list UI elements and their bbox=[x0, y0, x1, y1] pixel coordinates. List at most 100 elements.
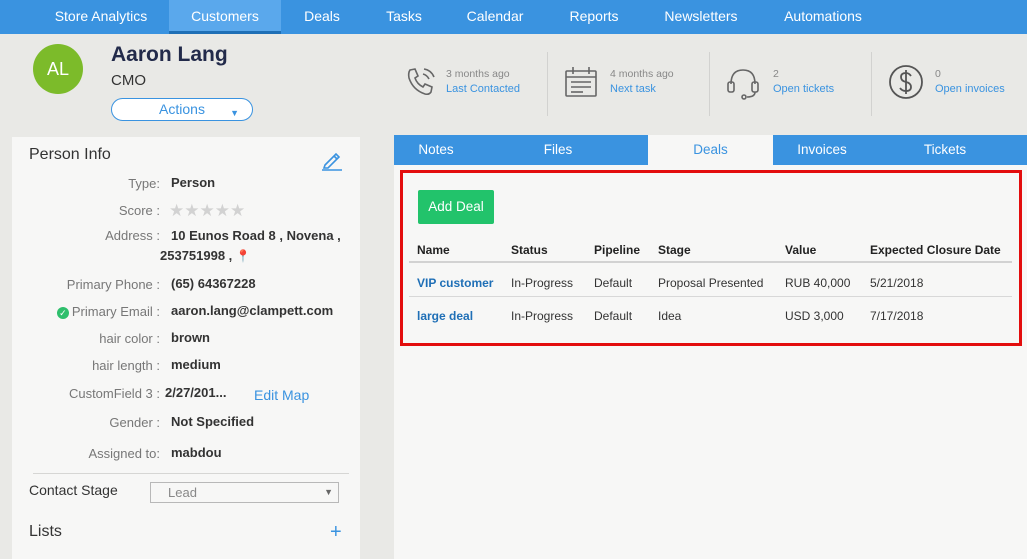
field-value: aaron.lang@clampett.com bbox=[171, 303, 334, 318]
add-list-button[interactable]: + bbox=[330, 521, 342, 544]
actions-label: Actions bbox=[159, 101, 205, 117]
nav-customers[interactable]: Customers bbox=[169, 0, 281, 34]
pencil-icon[interactable] bbox=[321, 149, 343, 171]
star-icon[interactable]: ★ bbox=[169, 201, 184, 220]
field-value: brown bbox=[171, 330, 210, 345]
contact-stage-select[interactable]: Lead ▼ bbox=[150, 482, 339, 503]
stat-value: 0 bbox=[935, 68, 941, 80]
column-header-pipeline[interactable]: Pipeline bbox=[594, 243, 640, 257]
tab-invoices[interactable]: Invoices bbox=[773, 135, 871, 165]
field-value: (65) 64367228 bbox=[171, 276, 256, 291]
field-label: Primary Email : bbox=[71, 304, 160, 319]
divider bbox=[871, 52, 872, 116]
deal-stage: Proposal Presented bbox=[658, 276, 764, 290]
nav-deals[interactable]: Deals bbox=[290, 0, 354, 34]
stat-open-tickets: 2 Open tickets bbox=[725, 56, 855, 116]
stat-value: 3 months ago bbox=[446, 68, 510, 80]
actions-button[interactable]: Actions ▼ bbox=[111, 98, 253, 121]
caret-down-icon: ▼ bbox=[230, 108, 239, 118]
open-invoices-link[interactable]: Open invoices bbox=[935, 83, 1005, 95]
tab-notes[interactable]: Notes bbox=[394, 135, 478, 165]
tab-tickets[interactable]: Tickets bbox=[871, 135, 1019, 165]
divider bbox=[33, 473, 349, 474]
deal-name-link[interactable]: large deal bbox=[417, 309, 473, 323]
field-value: 2/27/201... bbox=[165, 385, 227, 400]
verified-check-icon: ✓ bbox=[56, 307, 69, 319]
tab-files[interactable]: Files bbox=[478, 135, 638, 165]
deal-status: In-Progress bbox=[511, 276, 574, 290]
divider bbox=[547, 52, 548, 116]
headset-icon bbox=[725, 64, 761, 100]
deals-panel: Add Deal Name Status Pipeline Stage Valu… bbox=[394, 165, 1027, 559]
highlight-box: Add Deal Name Status Pipeline Stage Valu… bbox=[400, 170, 1022, 346]
next-task-link[interactable]: Next task bbox=[610, 83, 656, 95]
stat-last-contacted: 3 months ago Last Contacted bbox=[403, 56, 533, 116]
last-contacted-link[interactable]: Last Contacted bbox=[446, 83, 520, 95]
person-title: CMO bbox=[111, 72, 146, 89]
field-label-wrap: ✓ Primary Email : bbox=[24, 304, 160, 319]
field-label: Gender : bbox=[109, 415, 160, 430]
open-tickets-link[interactable]: Open tickets bbox=[773, 83, 834, 95]
deal-value: RUB 40,000 bbox=[785, 276, 851, 290]
score-stars[interactable]: ★★★★★ bbox=[169, 201, 245, 221]
detail-tabs: Notes Files Deals Invoices Tickets bbox=[394, 135, 1027, 165]
contact-stage-value: Lead bbox=[168, 485, 197, 500]
calendar-icon bbox=[563, 64, 599, 100]
stat-next-task: 4 months ago Next task bbox=[563, 56, 693, 116]
field-label: Assigned to: bbox=[88, 446, 160, 461]
field-value: Not Specified bbox=[171, 414, 255, 429]
column-header-value[interactable]: Value bbox=[785, 243, 816, 257]
field-value: medium bbox=[171, 357, 221, 372]
person-info-title: Person Info bbox=[29, 146, 111, 163]
phone-icon bbox=[403, 64, 439, 100]
address-line-2: 253751998 , 📍 bbox=[160, 248, 251, 263]
deal-closure-date: 7/17/2018 bbox=[870, 309, 924, 323]
nav-newsletters[interactable]: Newsletters bbox=[654, 0, 748, 34]
column-header-closure-date[interactable]: Expected Closure Date bbox=[870, 243, 1001, 257]
star-icon[interactable]: ★ bbox=[215, 201, 230, 220]
star-icon[interactable]: ★ bbox=[200, 201, 215, 220]
nav-automations[interactable]: Automations bbox=[776, 0, 870, 34]
person-info-panel: Person Info Type: Person Score : ★★★★★ A… bbox=[12, 137, 360, 559]
row-divider bbox=[409, 296, 1012, 297]
divider bbox=[709, 52, 710, 116]
field-label: hair length : bbox=[92, 358, 160, 373]
column-header-name[interactable]: Name bbox=[417, 243, 450, 257]
add-deal-button[interactable]: Add Deal bbox=[418, 190, 494, 224]
stat-open-invoices: 0 Open invoices bbox=[888, 56, 1023, 116]
nav-store-analytics[interactable]: Store Analytics bbox=[40, 0, 162, 34]
deal-pipeline: Default bbox=[594, 276, 633, 290]
deal-name-link[interactable]: VIP customer bbox=[417, 276, 493, 290]
nav-tasks[interactable]: Tasks bbox=[374, 0, 434, 34]
dollar-icon bbox=[888, 64, 924, 100]
table-header-divider bbox=[409, 261, 1012, 263]
person-name: Aaron Lang bbox=[111, 43, 228, 66]
nav-reports[interactable]: Reports bbox=[556, 0, 632, 34]
top-nav: Store Analytics Customers Deals Tasks Ca… bbox=[0, 0, 1027, 34]
field-value: Person bbox=[171, 175, 216, 190]
field-label: Score : bbox=[118, 203, 160, 218]
field-label: hair color : bbox=[99, 331, 160, 346]
column-header-status[interactable]: Status bbox=[511, 243, 548, 257]
star-icon[interactable]: ★ bbox=[230, 201, 245, 220]
address-line-1: 10 Eunos Road 8 , Novena , bbox=[171, 228, 341, 243]
contact-stage-label: Contact Stage bbox=[29, 482, 118, 498]
field-value: mabdou bbox=[171, 445, 222, 460]
deal-value: USD 3,000 bbox=[785, 309, 844, 323]
stat-value: 2 bbox=[773, 68, 779, 80]
tab-deals[interactable]: Deals bbox=[648, 135, 773, 165]
map-pin-icon[interactable]: 📍 bbox=[236, 249, 251, 263]
address-postcode: 253751998 , bbox=[160, 248, 233, 263]
field-label: CustomField 3 : bbox=[68, 386, 160, 401]
lists-label: Lists bbox=[29, 523, 62, 540]
edit-map-link[interactable]: Edit Map bbox=[254, 387, 309, 403]
star-icon[interactable]: ★ bbox=[184, 201, 199, 220]
chevron-down-icon: ▼ bbox=[324, 487, 333, 497]
field-label: Address : bbox=[105, 228, 160, 243]
column-header-stage[interactable]: Stage bbox=[658, 243, 691, 257]
deal-stage: Idea bbox=[658, 309, 682, 323]
field-label: Primary Phone : bbox=[66, 277, 160, 292]
nav-calendar[interactable]: Calendar bbox=[456, 0, 534, 34]
deal-pipeline: Default bbox=[594, 309, 633, 323]
stat-value: 4 months ago bbox=[610, 68, 674, 80]
